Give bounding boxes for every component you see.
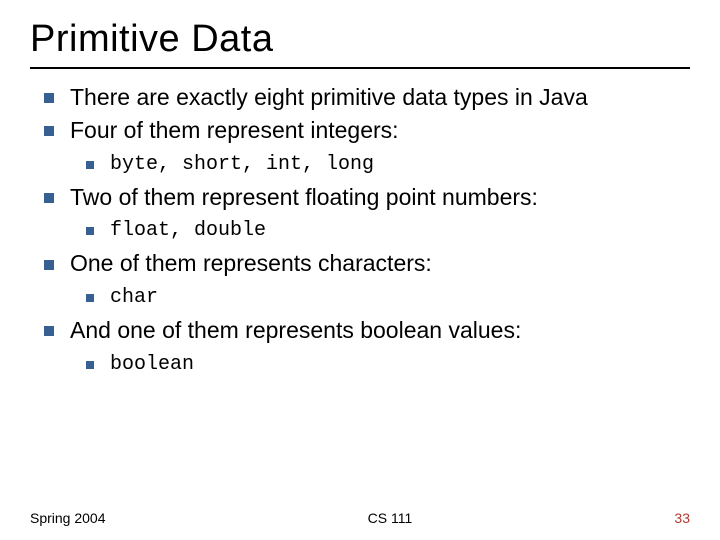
bullet-icon xyxy=(86,161,94,169)
bullet-icon xyxy=(44,326,54,336)
bullet-list: There are exactly eight primitive data t… xyxy=(30,83,690,377)
list-item: float, double xyxy=(70,217,690,243)
list-item: And one of them represents boolean value… xyxy=(30,316,690,377)
list-item: Two of them represent floating point num… xyxy=(30,183,690,244)
list-item: boolean xyxy=(70,351,690,377)
sub-list: float, double xyxy=(70,217,690,243)
bullet-icon xyxy=(86,227,94,235)
slide-footer: Spring 2004 CS 111 33 xyxy=(0,510,720,526)
list-text: byte, short, int, long xyxy=(110,153,374,176)
list-text: float, double xyxy=(110,219,266,242)
list-item: One of them represents characters: char xyxy=(30,249,690,310)
title-rule xyxy=(30,67,690,69)
slide: Primitive Data There are exactly eight p… xyxy=(0,0,720,540)
slide-content: There are exactly eight primitive data t… xyxy=(30,83,690,377)
bullet-icon xyxy=(44,126,54,136)
bullet-icon xyxy=(44,193,54,203)
list-text: char xyxy=(110,286,158,309)
list-item: byte, short, int, long xyxy=(70,151,690,177)
bullet-icon xyxy=(86,294,94,302)
sub-list: char xyxy=(70,284,690,310)
sub-list: boolean xyxy=(70,351,690,377)
list-item: Four of them represent integers: byte, s… xyxy=(30,116,690,177)
list-text: And one of them represents boolean value… xyxy=(70,317,521,343)
list-text: There are exactly eight primitive data t… xyxy=(70,84,588,110)
list-text: boolean xyxy=(110,353,194,376)
list-text: Four of them represent integers: xyxy=(70,117,399,143)
bullet-icon xyxy=(44,93,54,103)
list-item: char xyxy=(70,284,690,310)
bullet-icon xyxy=(44,260,54,270)
bullet-icon xyxy=(86,361,94,369)
footer-left: Spring 2004 xyxy=(30,510,106,526)
list-text: One of them represents characters: xyxy=(70,250,432,276)
footer-center: CS 111 xyxy=(368,510,413,526)
slide-number: 33 xyxy=(674,510,690,526)
list-item: There are exactly eight primitive data t… xyxy=(30,83,690,112)
slide-title: Primitive Data xyxy=(30,18,690,61)
sub-list: byte, short, int, long xyxy=(70,151,690,177)
list-text: Two of them represent floating point num… xyxy=(70,184,538,210)
